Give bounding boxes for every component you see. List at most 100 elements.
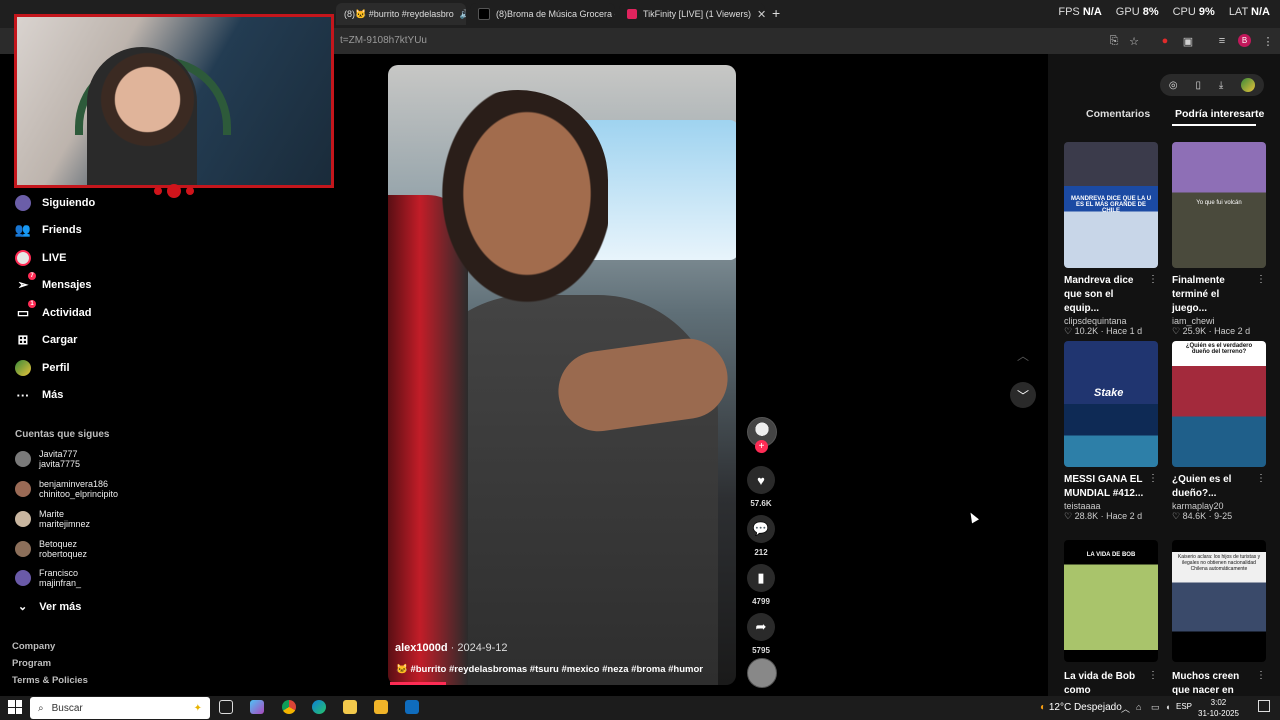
previous-video-button[interactable]: ︿ (1010, 342, 1036, 368)
active-tab-indicator (1172, 124, 1256, 126)
video-card[interactable]: MANDREVA DICE QUE LA U ES EL MÁS GRANDE … (1064, 142, 1158, 337)
comment-button[interactable]: 💬 212 (747, 515, 775, 557)
account-item[interactable]: Francisco majinfran_ (15, 564, 81, 592)
edge-icon[interactable] (312, 700, 326, 714)
weather-widget[interactable]: ◐ 12°C Despejado (1040, 702, 1122, 713)
card-author[interactable]: iam_chewi (1172, 316, 1266, 326)
footer-link-program[interactable]: Program (12, 658, 51, 669)
new-tab-button[interactable]: + (772, 5, 780, 21)
card-thumbnail: Stake (1064, 341, 1158, 467)
footer-link-company[interactable]: Company (12, 641, 55, 652)
follow-plus-icon[interactable]: + (755, 440, 768, 453)
tikfinity-favicon-icon (627, 9, 637, 19)
see-more-button[interactable]: ⌄ Ver más (18, 600, 81, 614)
tab-comments[interactable]: Comentarios (1086, 108, 1150, 120)
download-icon[interactable]: ⤓ (1219, 80, 1223, 91)
card-author[interactable]: karmaplay20 (1172, 501, 1266, 511)
video-description[interactable]: 🐱 #burrito #reydelasbromas #tsuru #mexic… (396, 664, 703, 675)
account-item[interactable]: benjaminvera186 chinitoo_elprincipito (15, 475, 118, 503)
install-app-icon[interactable]: ⎘ (1106, 33, 1122, 49)
tab-burrito[interactable]: (8)🐱 #burrito #reydelasbro 🔊 ✕ (336, 3, 466, 25)
tray-chevron-icon[interactable]: ︿ (1121, 702, 1130, 715)
profile-avatar-icon[interactable]: B (1238, 34, 1251, 47)
activity-badge: 1 (28, 300, 36, 308)
gpu-label: GPU (1115, 6, 1140, 18)
thumbnail-caption: Kaiserio aclara: los hijos de turistas y… (1177, 554, 1261, 572)
video-card[interactable]: Stake MESSI GANA EL MUNDIAL #412... ⋮ te… (1064, 341, 1158, 522)
mini-player-icon[interactable]: ◎ (1169, 80, 1178, 91)
store-icon[interactable] (343, 700, 357, 714)
profile-badge-icon[interactable] (1241, 78, 1256, 92)
chevron-up-icon: ︿ (1016, 348, 1029, 363)
account-handle: maritejimnez (39, 519, 91, 529)
menu-kebab-icon[interactable]: ⋮ (1260, 33, 1276, 49)
windows-start-icon[interactable] (8, 700, 22, 714)
card-title[interactable]: Finalmente terminé el juego... (1172, 274, 1256, 316)
sidebar-item-activity[interactable]: ▭ 1 Actividad (14, 300, 92, 323)
monitor-icon[interactable]: ▭ (1151, 702, 1160, 713)
network-icon[interactable]: ⌂ (1136, 702, 1141, 712)
card-author[interactable]: teistaaaa (1064, 501, 1158, 511)
speaker-icon[interactable]: 🔊 (460, 9, 466, 20)
sidebar-item-following[interactable]: Siguiendo (14, 193, 95, 213)
like-button[interactable]: ♥ 57.6K (747, 466, 775, 508)
account-item[interactable]: Betoquez robertoquez (15, 535, 87, 563)
card-title[interactable]: Mandreva dice que son el equip... (1064, 274, 1148, 316)
copilot-icon[interactable] (250, 700, 264, 714)
more-options-icon[interactable]: ⋮ (1256, 274, 1266, 316)
share-button[interactable]: ➦ 5795 (747, 613, 775, 655)
bookmark-star-icon[interactable]: ☆ (1126, 33, 1142, 49)
extension-record-icon[interactable]: ● (1157, 33, 1173, 49)
sidebar-item-more[interactable]: ··· Más (14, 385, 64, 405)
taskbar-clock[interactable]: 3:02 31-10-2025 (1198, 697, 1239, 719)
sidebar-item-friends[interactable]: 👥 Friends (14, 220, 82, 240)
avatar (15, 511, 31, 527)
account-handle: robertoquez (39, 549, 88, 559)
card-title[interactable]: MESSI GANA EL MUNDIAL #412... (1064, 473, 1148, 501)
footer-link-terms[interactable]: Terms & Policies (12, 675, 88, 686)
card-title[interactable]: ¿Quien es el dueño?... (1172, 473, 1256, 501)
sidebar-item-profile[interactable]: Perfil (14, 358, 70, 378)
video-progress-bar[interactable] (390, 682, 446, 685)
sidebar-item-upload[interactable]: ⊞ Cargar (14, 330, 78, 350)
bookmark-icon: ▮ (747, 564, 775, 592)
tab-broma[interactable]: (8)Broma de Música Grocera en ✕ (470, 3, 615, 25)
more-options-icon[interactable]: ⋮ (1256, 473, 1266, 501)
file-explorer-icon[interactable] (374, 700, 388, 714)
sidebar-item-live[interactable]: LIVE (14, 248, 66, 268)
messages-badge: 7 (28, 272, 36, 280)
video-card[interactable]: Yo que fui volcán Finalmente terminé el … (1172, 142, 1266, 337)
url-text[interactable]: t=ZM-9108h7ktYUu (340, 35, 427, 46)
taskbar-search-input[interactable]: ⌕ Buscar ✦ (30, 697, 210, 719)
more-options-icon[interactable]: ⋮ (1148, 473, 1158, 501)
tab-tikfinity[interactable]: TikFinity [LIVE] (1 Viewers) ✕ (619, 3, 765, 25)
thumbnail-caption: Stake (1094, 387, 1124, 399)
tab-might-interest[interactable]: Podría interesarte (1175, 108, 1264, 120)
phone-icon[interactable]: ▯ (1195, 80, 1201, 91)
streamer-figure (87, 47, 197, 185)
save-button[interactable]: ▮ 4799 (747, 564, 775, 606)
account-item[interactable]: Javita777 javita7775 (15, 445, 80, 473)
next-video-button[interactable]: ﹀ (1010, 382, 1036, 408)
extensions-puzzle-icon[interactable]: ▣ (1180, 33, 1196, 49)
chrome-icon[interactable] (282, 700, 296, 714)
next-creator-avatar[interactable] (747, 658, 777, 688)
task-view-icon[interactable] (219, 700, 233, 714)
language-indicator[interactable]: ESP (1176, 702, 1192, 711)
close-icon[interactable]: ✕ (757, 8, 765, 21)
video-player[interactable] (388, 65, 736, 685)
media-control-icon[interactable]: ≡ (1214, 33, 1230, 49)
volume-icon[interactable]: ◖ (1165, 702, 1170, 712)
video-card[interactable]: Kaiserio aclara: los hijos de turistas y… (1172, 540, 1266, 712)
account-item[interactable]: Marite maritejimnez (15, 505, 90, 533)
video-card[interactable]: ¿Quién es el verdadero dueño del terreno… (1172, 341, 1266, 522)
card-thumbnail: Kaiserio aclara: los hijos de turistas y… (1172, 540, 1266, 662)
more-options-icon[interactable]: ⋮ (1148, 274, 1158, 316)
video-author[interactable]: alex1000d · 2024-9-12 (395, 642, 508, 654)
card-author[interactable]: clipsdequintana (1064, 316, 1158, 326)
notifications-icon[interactable] (1258, 700, 1270, 712)
outlook-icon[interactable] (405, 700, 419, 714)
video-card[interactable]: LA VIDA DE BOB La vida de Bob como emple… (1064, 540, 1158, 712)
video-username[interactable]: alex1000d (395, 642, 448, 654)
sidebar-item-messages[interactable]: ➢ 7 Mensajes (14, 272, 92, 295)
